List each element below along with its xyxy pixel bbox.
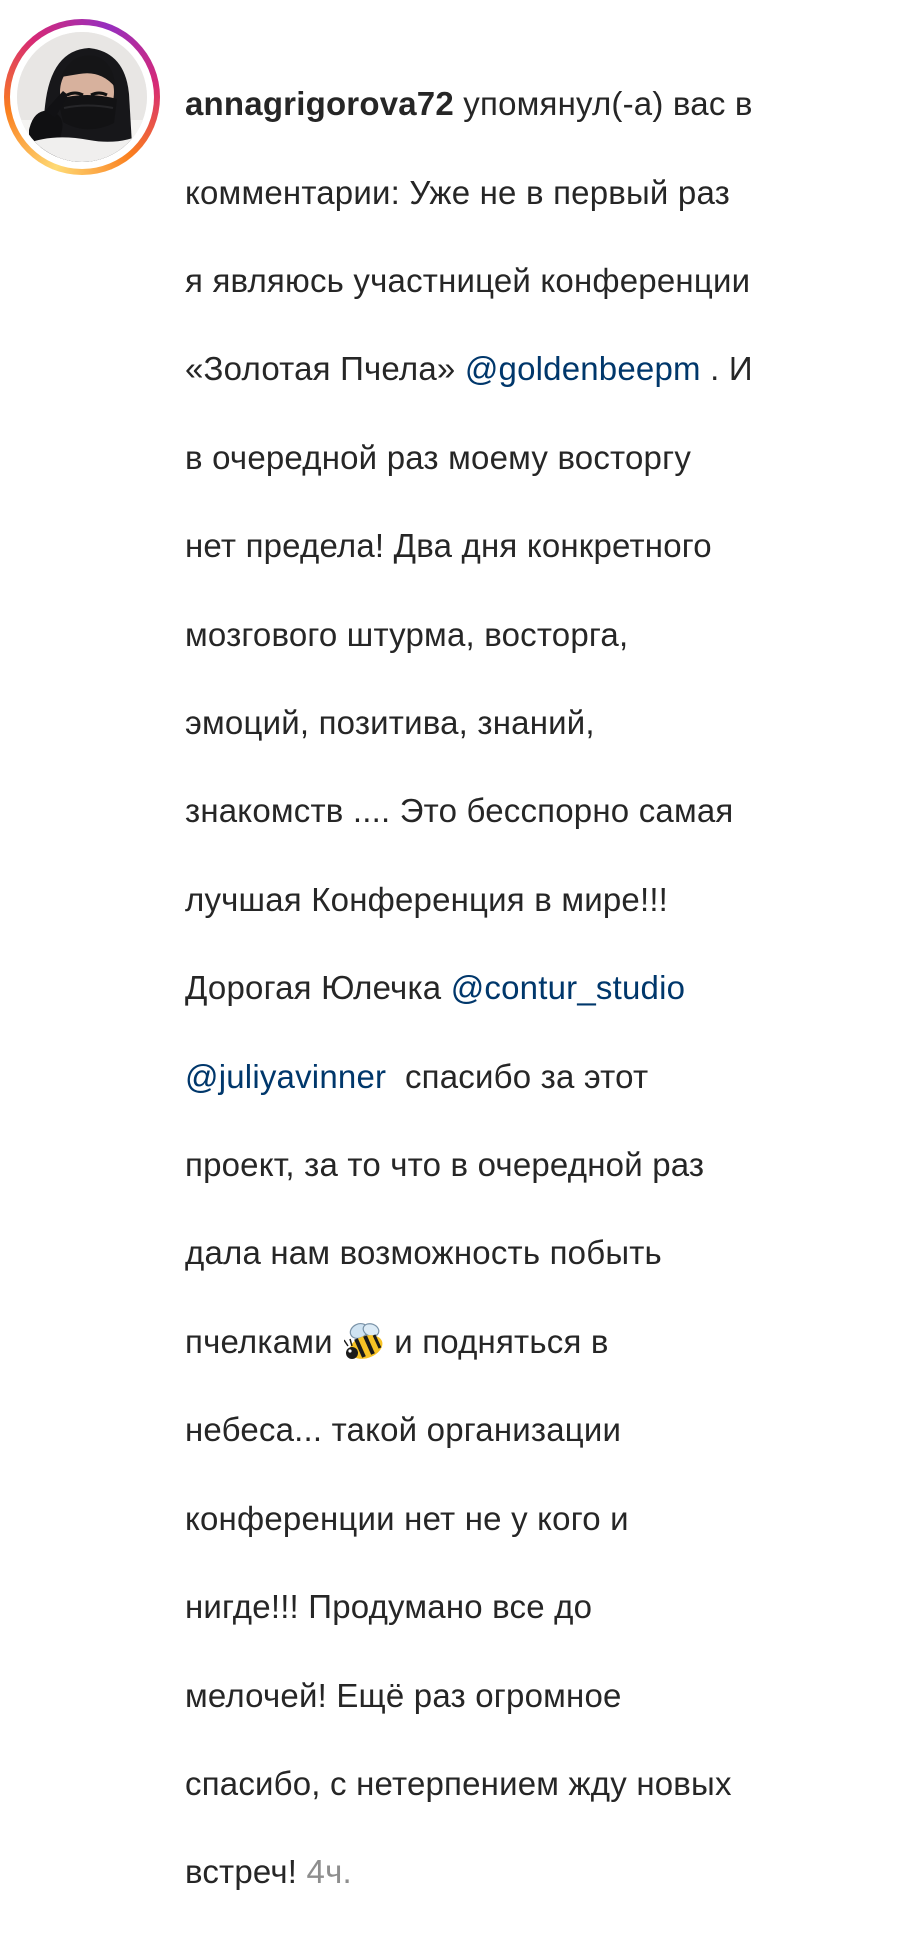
profile-photo — [17, 32, 147, 162]
mention-link-contur-studio[interactable]: @contur_studio — [451, 969, 685, 1006]
comment-line: конференции нет не у кого и — [185, 1499, 629, 1537]
comment-line: дала нам возможность побыть — [185, 1234, 662, 1272]
comment-line: комментарии: Уже не в первый раз — [185, 173, 730, 211]
comment-line: небеса... такой организации — [185, 1411, 622, 1449]
timestamp: 4ч. — [306, 1853, 352, 1891]
mention-link-goldenbeepm[interactable]: @goldenbeepm — [465, 350, 701, 387]
comment-line: я являюсь участницей конференции — [185, 262, 751, 300]
comment-line: нет предела! Два дня конкретного — [185, 527, 712, 565]
comment-text: . И — [710, 350, 753, 388]
comment-line: лучшая Конференция в мире!!! — [185, 880, 669, 918]
notification-text: annagrigorova72 упомянул(-а) вас в комме… — [185, 38, 890, 1939]
comment-line: в очередной раз моему восторгу — [185, 438, 692, 476]
mention-notification[interactable]: annagrigorova72 упомянул(-а) вас в комме… — [0, 0, 908, 1890]
avatar[interactable] — [17, 32, 147, 162]
comment-text: Дорогая Юлечка — [185, 969, 442, 1007]
story-ring[interactable] — [4, 19, 160, 175]
username-link[interactable]: annagrigorova72 — [185, 85, 454, 122]
comment-text: пчелками — [185, 1322, 333, 1360]
text-line: «Золотая Пчела» @goldenbeepm . И — [185, 347, 890, 391]
comment-line: эмоций, позитива, знаний, — [185, 704, 595, 742]
text-line: @juliyavinner спасибо за этот — [185, 1055, 890, 1099]
text-line: пчелками и подняться в — [185, 1320, 890, 1364]
bee-icon — [343, 1322, 388, 1362]
comment-line: знакомств .... Это бесспорно самая — [185, 792, 734, 830]
comment-line: мелочей! Ещё раз огромное — [185, 1676, 622, 1714]
text-line: встреч! 4ч. — [185, 1850, 890, 1894]
comment-text: спасибо за этот — [404, 1057, 649, 1095]
comment-line: нигде!!! Продумано все до — [185, 1588, 593, 1626]
avatar-border — [10, 25, 154, 169]
comment-text: и подняться в — [394, 1322, 609, 1360]
comment-line: спасибо, с нетерпением жду новых — [185, 1764, 732, 1802]
mention-action-text: упомянул(-а) вас в — [463, 85, 753, 123]
comment-text: встреч! — [185, 1853, 298, 1891]
text-line: annagrigorova72 упомянул(-а) вас в — [185, 82, 890, 126]
comment-line: мозгового штурма, восторга, — [185, 615, 629, 653]
comment-text: «Золотая Пчела» — [185, 350, 456, 388]
text-line: Дорогая Юлечка @contur_studio — [185, 966, 890, 1010]
comment-line: проект, за то что в очередной раз — [185, 1146, 705, 1184]
mention-link-juliyavinner[interactable]: @juliyavinner — [185, 1058, 386, 1095]
